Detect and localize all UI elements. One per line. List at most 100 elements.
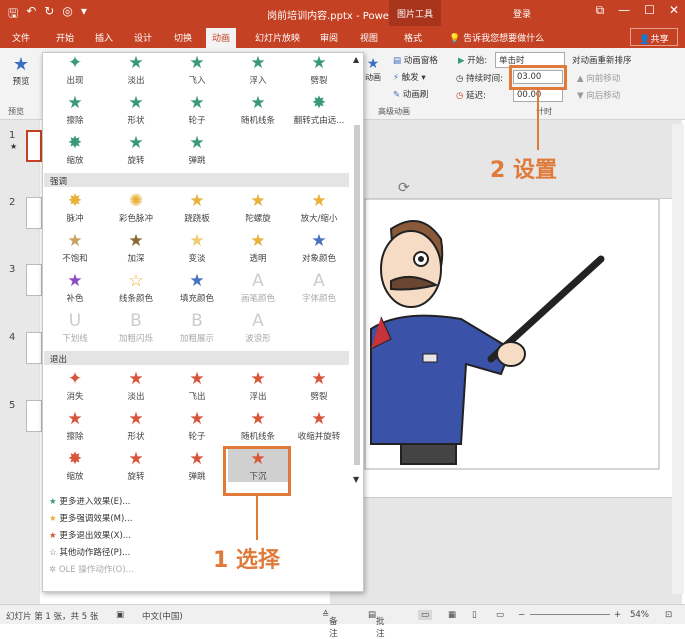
language-indicator[interactable]: 中文(中国): [142, 610, 183, 622]
tab-view[interactable]: 视图: [360, 31, 378, 44]
slideshow-view-icon[interactable]: ▭: [496, 610, 504, 620]
duration-highlight-box: [509, 65, 567, 90]
gallery-scroll-thumb[interactable]: [354, 125, 360, 465]
effect-swivel-exit[interactable]: ★ 旋转: [106, 449, 166, 482]
share-button[interactable]: 👤共享: [630, 28, 678, 46]
effect-split-exit[interactable]: ★ 劈裂: [289, 369, 349, 402]
spellcheck-icon[interactable]: ▣: [116, 610, 124, 620]
slide-thumb-3[interactable]: [26, 264, 42, 296]
random-bars-exit-star-icon: ★: [250, 409, 266, 429]
more-exit-effects-item[interactable]: ★ 更多退出效果(X)...: [49, 529, 131, 541]
tab-review[interactable]: 审阅: [320, 31, 338, 44]
effect-fade-out[interactable]: ★ 淡出: [106, 369, 166, 402]
effect-float-in[interactable]: ★ 浮入: [228, 53, 288, 86]
add-animation-button[interactable]: ★ 动画: [362, 56, 384, 83]
reading-view-icon[interactable]: ▯: [472, 610, 477, 620]
effect-fill-color[interactable]: ★ 填充颜色: [167, 271, 227, 304]
effect-fly-out[interactable]: ★ 飞出: [167, 369, 227, 402]
effect-complementary-color[interactable]: ★ 补色: [45, 271, 105, 304]
teacher-cartoon-picture[interactable]: [351, 198, 681, 499]
effect-zoom[interactable]: ✸ 缩放: [45, 133, 105, 166]
effect-disappear[interactable]: ✦ 消失: [45, 369, 105, 402]
effect-label: 擦除: [66, 116, 84, 126]
login-link[interactable]: 登录: [513, 7, 531, 20]
effect-pulse[interactable]: ✸ 脉冲: [45, 191, 105, 224]
effect-spin[interactable]: ★ 陀螺旋: [228, 191, 288, 224]
effect-grow-shrink[interactable]: ★ 放大/缩小: [289, 191, 349, 224]
effect-shape[interactable]: ★ 形状: [106, 93, 166, 126]
tab-home[interactable]: 开始: [56, 31, 74, 44]
animation-pane-button[interactable]: ▤ 动画窗格: [393, 54, 438, 66]
effect-wipe-exit[interactable]: ★ 擦除: [45, 409, 105, 442]
notes-button[interactable]: ≙ 备注: [322, 610, 338, 639]
close-icon[interactable]: ✕: [669, 3, 679, 18]
wheel-exit-star-icon: ★: [189, 409, 205, 429]
move-earlier-button[interactable]: ▲ 向前移动: [577, 72, 620, 84]
gallery-scrollbar[interactable]: ▲ ▼: [351, 55, 363, 487]
effect-fly-in[interactable]: ★ 飞入: [167, 53, 227, 86]
more-motion-paths-item[interactable]: ☆ 其他动作路径(P)...: [49, 546, 130, 558]
slide-thumb-1[interactable]: [26, 130, 42, 162]
minimize-icon[interactable]: —: [618, 3, 630, 18]
effect-swivel[interactable]: ★ 旋转: [106, 133, 166, 166]
zoom-level[interactable]: 54%: [630, 610, 649, 620]
slide-thumb-2[interactable]: [26, 197, 42, 229]
effect-wheel[interactable]: ★ 轮子: [167, 93, 227, 126]
more-emphasis-effects-item[interactable]: ★ 更多强调效果(M)...: [49, 512, 132, 524]
scroll-up-icon[interactable]: ▲: [353, 55, 359, 64]
normal-view-icon[interactable]: ▭: [418, 610, 433, 620]
effect-object-color[interactable]: ★ 对象颜色: [289, 231, 349, 264]
effect-grow-turn[interactable]: ✸ 翻转式由远...: [289, 93, 349, 126]
tab-design[interactable]: 设计: [134, 31, 152, 44]
tell-me-box[interactable]: 💡 告诉我您想要做什么: [449, 31, 544, 44]
effect-split[interactable]: ★ 劈裂: [289, 53, 349, 86]
comments-button[interactable]: ▤ 批注: [368, 610, 385, 639]
move-later-button[interactable]: ▼ 向后移动: [577, 89, 620, 101]
effect-random-bars-exit[interactable]: ★ 随机线条: [228, 409, 288, 442]
zoom-out-icon[interactable]: −: [518, 610, 525, 620]
effect-line-color[interactable]: ☆ 线条颜色: [106, 271, 166, 304]
effect-float-out[interactable]: ★ 浮出: [228, 369, 288, 402]
effect-bounce-exit[interactable]: ★ 弹跳: [167, 449, 227, 482]
tab-file[interactable]: 文件: [12, 31, 30, 44]
tab-format[interactable]: 格式: [404, 31, 422, 44]
effect-fade-in[interactable]: ★ 淡出: [106, 53, 166, 86]
effect-bounce[interactable]: ★ 弹跳: [167, 133, 227, 166]
preview-button[interactable]: ★ 预览: [8, 54, 34, 87]
tab-insert[interactable]: 插入: [95, 31, 113, 44]
slide-thumb-5[interactable]: [26, 400, 42, 432]
tab-slideshow[interactable]: 幻灯片放映: [255, 31, 300, 44]
effect-shrink-turn[interactable]: ★ 收缩并旋转: [289, 409, 349, 442]
effect-random-bars[interactable]: ★ 随机线条: [228, 93, 288, 126]
effect-wheel-exit[interactable]: ★ 轮子: [167, 409, 227, 442]
effect-transparency[interactable]: ★ 透明: [228, 231, 288, 264]
effect-darken[interactable]: ★ 加深: [106, 231, 166, 264]
color-pulse-star-icon: ✺: [128, 191, 144, 211]
effect-appear[interactable]: ✦ 出现: [45, 53, 105, 86]
trigger-button[interactable]: ⚡ 触发 ▾: [393, 71, 426, 83]
maximize-icon[interactable]: ☐: [644, 3, 655, 18]
zoom-slider[interactable]: [530, 614, 610, 615]
animation-painter-button[interactable]: ✎ 动画刷: [393, 88, 428, 100]
ribbon-display-options-icon[interactable]: ⧉: [596, 3, 605, 18]
slide[interactable]: [350, 198, 680, 498]
effect-wipe[interactable]: ★ 擦除: [45, 93, 105, 126]
more-entrance-effects-item[interactable]: ★ 更多进入效果(E)...: [49, 495, 130, 507]
effect-shape-exit[interactable]: ★ 形状: [106, 409, 166, 442]
rotate-handle-icon[interactable]: ⟳: [398, 180, 410, 196]
tab-transitions[interactable]: 切换: [174, 31, 192, 44]
effect-zoom-exit[interactable]: ✸ 缩放: [45, 449, 105, 482]
effect-lighten[interactable]: ★ 变淡: [167, 231, 227, 264]
effect-desaturate[interactable]: ★ 不饱和: [45, 231, 105, 264]
add-animation-icon: ★: [366, 56, 380, 72]
transparency-star-icon: ★: [250, 231, 266, 251]
zoom-in-icon[interactable]: +: [614, 610, 621, 620]
scroll-down-icon[interactable]: ▼: [353, 475, 359, 484]
canvas-vertical-scrollbar[interactable]: [672, 124, 684, 594]
tab-animations[interactable]: 动画: [206, 28, 237, 48]
fit-to-window-icon[interactable]: ⊡: [665, 610, 672, 620]
slide-thumb-4[interactable]: [26, 332, 42, 364]
effect-color-pulse[interactable]: ✺ 彩色脉冲: [106, 191, 166, 224]
effect-teeter[interactable]: ★ 跷跷板: [167, 191, 227, 224]
slide-sorter-icon[interactable]: ▦: [448, 610, 456, 620]
